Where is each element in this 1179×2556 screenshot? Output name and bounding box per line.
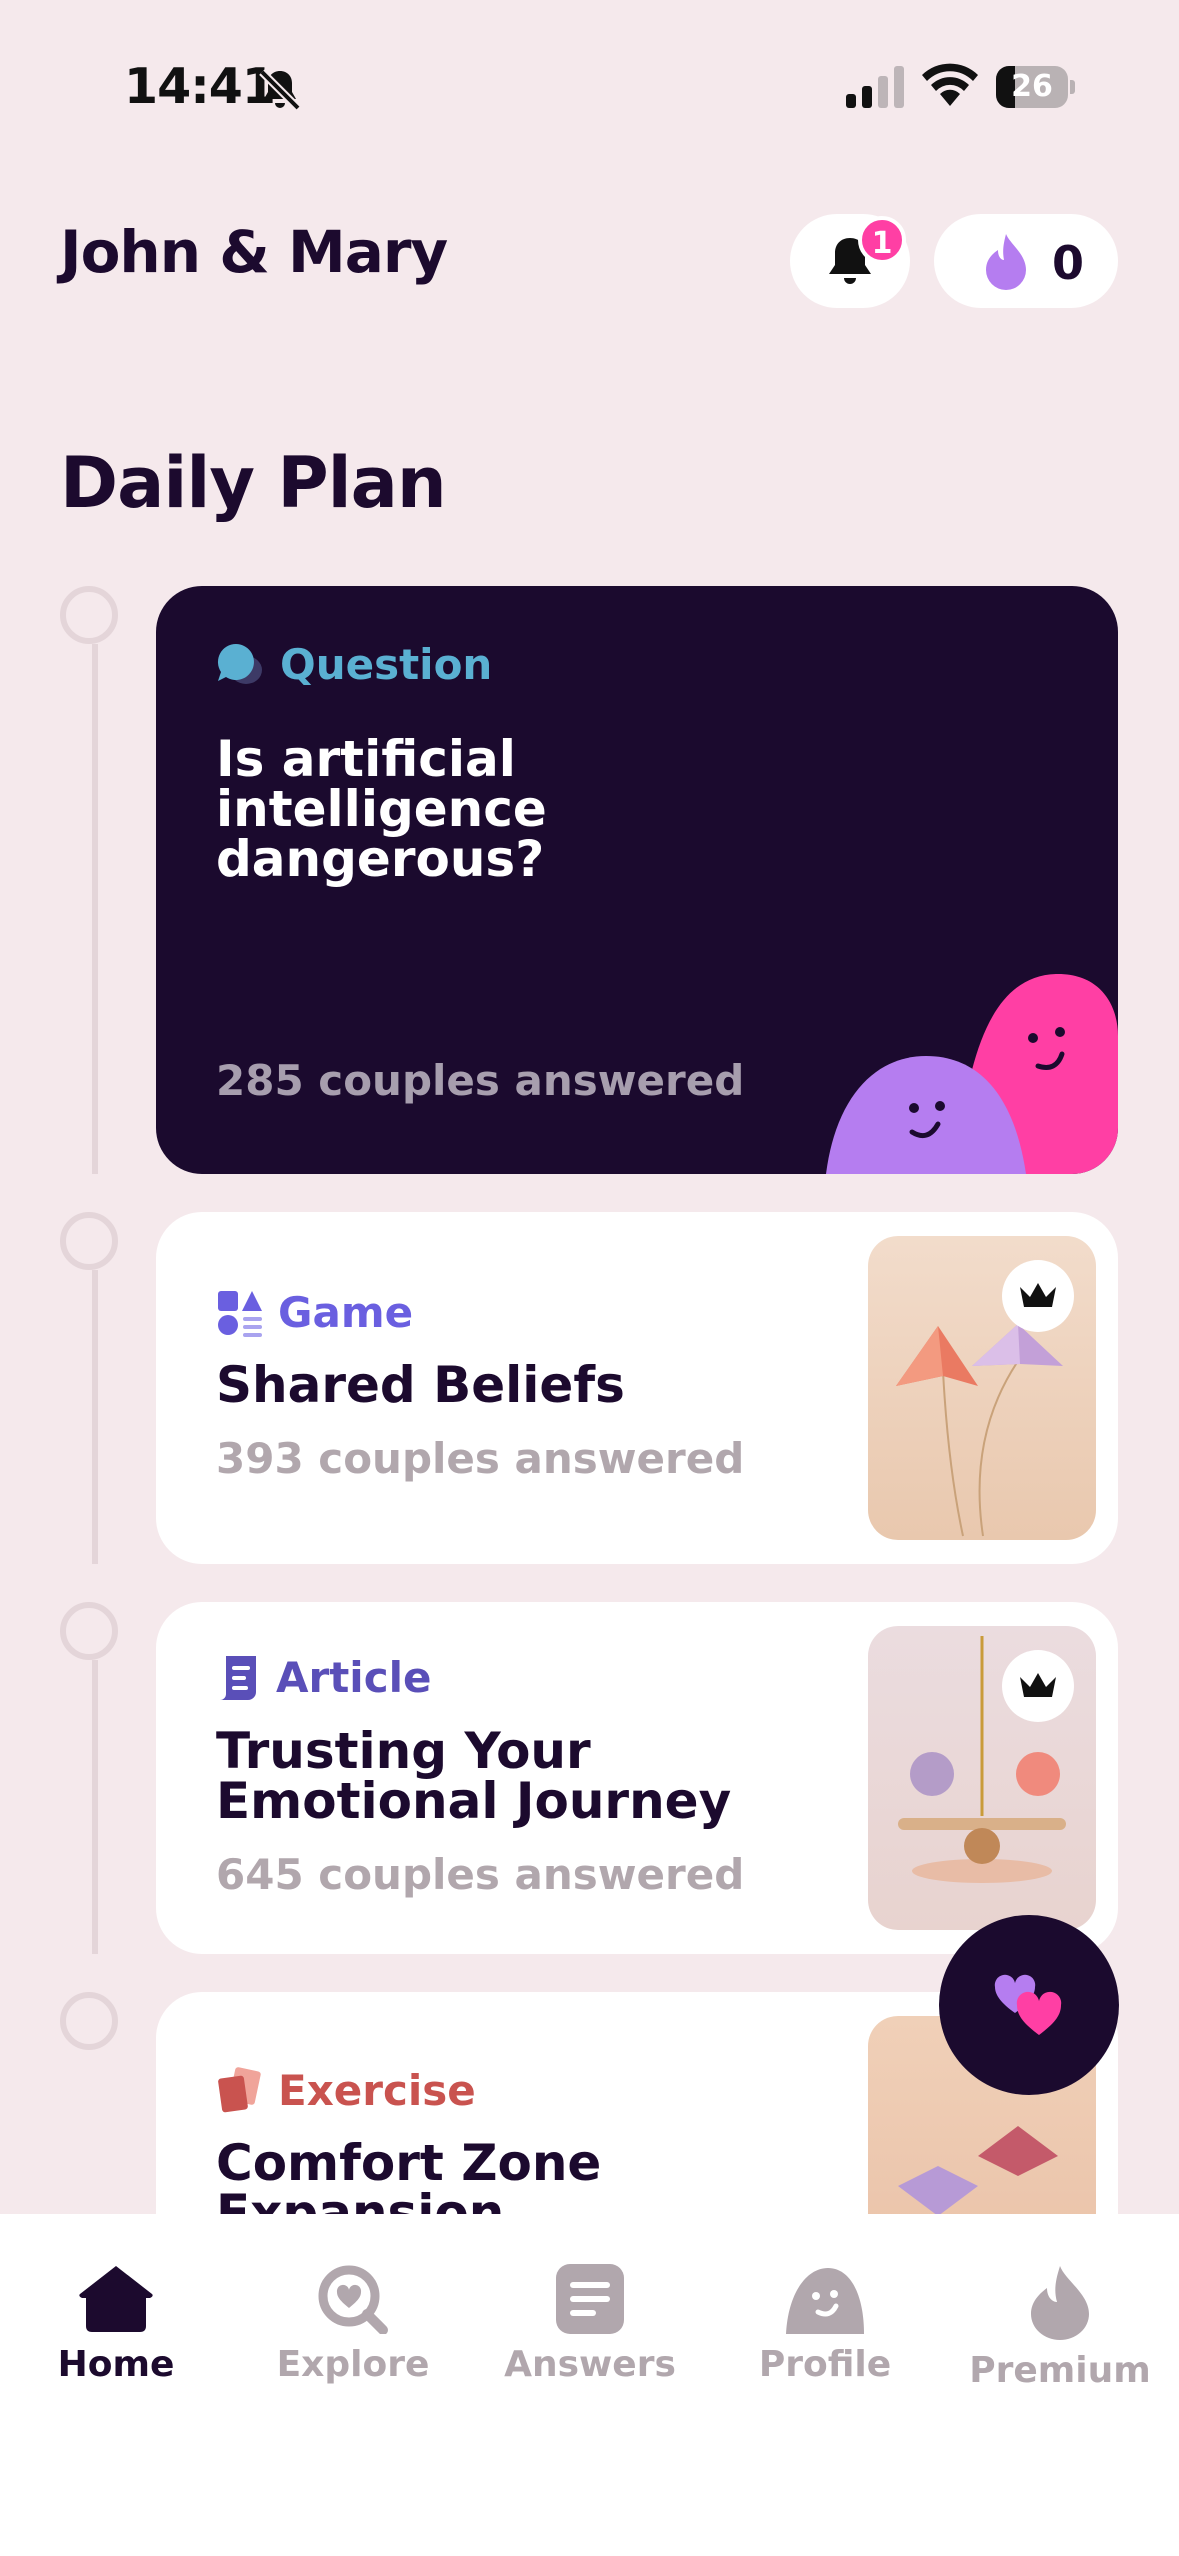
tab-label: Explore xyxy=(276,2344,430,2385)
tab-explore[interactable]: Explore xyxy=(253,2264,453,2385)
tab-label: Answers xyxy=(504,2344,676,2385)
section-title: Daily Plan xyxy=(60,442,447,524)
wifi-icon xyxy=(922,63,978,106)
card-title: Is artificial intelligence dangerous? xyxy=(216,730,547,888)
question-card[interactable]: Question Is artificial intelligence dang… xyxy=(156,586,1118,1174)
crown-icon xyxy=(1020,1283,1056,1307)
card-type-label: Game xyxy=(278,1288,414,1337)
article-card[interactable]: Article Trusting Your Emotional Journey … xyxy=(156,1602,1118,1954)
timeline-dot xyxy=(60,1212,118,1270)
card-type-label: Exercise xyxy=(278,2066,476,2115)
card-count: 285 couples answered xyxy=(216,1056,745,1105)
card-title: Shared Beliefs xyxy=(216,1356,625,1414)
tab-home[interactable]: Home xyxy=(16,2264,216,2385)
battery-level: 26 xyxy=(1011,69,1053,104)
cards-icon xyxy=(218,2066,261,2112)
card-type-question: Question xyxy=(216,640,492,689)
blob-characters-illustration xyxy=(826,973,1118,1174)
premium-icon xyxy=(1031,2266,1089,2340)
hearts-fab-button[interactable] xyxy=(939,1915,1119,2095)
explore-icon xyxy=(318,2265,388,2334)
premium-badge xyxy=(1002,1650,1074,1722)
timeline-line xyxy=(92,1270,98,1564)
card-count: 393 couples answered xyxy=(216,1434,745,1483)
speech-bubble-icon xyxy=(217,643,262,684)
notification-badge: 1 xyxy=(858,216,906,264)
card-type-article: Article xyxy=(216,1652,431,1702)
couple-name: John & Mary xyxy=(60,218,448,286)
hearts-icon xyxy=(994,1974,1062,2035)
bell-off-icon xyxy=(259,69,301,111)
status-time: 14:41 xyxy=(124,58,276,115)
tab-premium[interactable]: Premium xyxy=(960,2264,1160,2391)
game-card[interactable]: Game Shared Beliefs 393 couples answered xyxy=(156,1212,1118,1564)
tab-label: Premium xyxy=(969,2350,1151,2391)
status-bar: 14:41 26 xyxy=(0,0,1179,150)
timeline-dot xyxy=(60,586,118,644)
flame-count: 0 xyxy=(1052,236,1085,290)
flame-icon xyxy=(986,234,1026,290)
card-type-exercise: Exercise xyxy=(216,2066,476,2115)
game-thumbnail xyxy=(868,1236,1096,1540)
card-type-label: Question xyxy=(280,640,493,689)
profile-icon xyxy=(786,2268,864,2334)
timeline-dot xyxy=(60,1602,118,1660)
tab-label: Profile xyxy=(758,2344,892,2385)
shapes-icon xyxy=(218,1290,262,1337)
card-count: 645 couples answered xyxy=(216,1850,745,1899)
signal-icon xyxy=(846,66,904,108)
answers-icon xyxy=(556,2264,624,2334)
timeline-dot xyxy=(60,1992,118,2050)
premium-badge xyxy=(1002,1260,1074,1332)
tab-label: Home xyxy=(57,2344,175,2385)
battery-indicator: 26 xyxy=(996,66,1075,108)
article-thumbnail xyxy=(868,1626,1096,1930)
timeline-line xyxy=(92,644,98,1174)
tab-profile[interactable]: Profile xyxy=(725,2264,925,2385)
tab-bar: Home Explore Answers Profile Premium xyxy=(0,2214,1179,2556)
crown-icon xyxy=(1020,1673,1056,1697)
home-icon xyxy=(79,2266,153,2332)
card-type-label: Article xyxy=(276,1652,432,1702)
card-title: Trusting Your Emotional Journey xyxy=(216,1722,732,1830)
timeline-line xyxy=(92,1660,98,1954)
card-type-game: Game xyxy=(216,1288,413,1337)
tab-answers[interactable]: Answers xyxy=(490,2264,690,2385)
document-icon xyxy=(220,1656,256,1700)
flame-counter-button[interactable]: 0 xyxy=(934,214,1118,308)
